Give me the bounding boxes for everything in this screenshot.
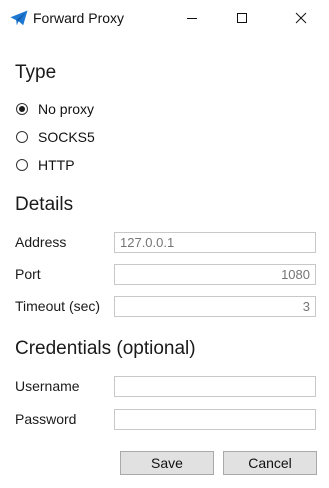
radio-socks5[interactable]: SOCKS5 [16, 127, 95, 147]
save-button[interactable]: Save [120, 451, 214, 475]
minimize-button[interactable] [169, 0, 215, 36]
radio-label-http: HTTP [38, 157, 75, 173]
address-input[interactable] [114, 232, 316, 253]
password-label: Password [15, 411, 77, 427]
credentials-heading: Credentials (optional) [15, 338, 196, 359]
paper-plane-icon [10, 10, 28, 26]
close-button[interactable] [278, 0, 324, 36]
maximize-button[interactable] [219, 0, 265, 36]
minimize-icon [187, 18, 197, 19]
timeout-label: Timeout (sec) [15, 298, 101, 314]
port-label: Port [15, 266, 41, 282]
maximize-icon [237, 13, 247, 23]
radio-selected-dot [19, 106, 25, 112]
cancel-button[interactable]: Cancel [223, 451, 317, 475]
title-bar: Forward Proxy [0, 0, 329, 36]
address-label: Address [15, 234, 67, 250]
type-heading: Type [15, 62, 57, 83]
radio-circle[interactable] [16, 131, 28, 143]
radio-label-socks5: SOCKS5 [38, 129, 95, 145]
timeout-input[interactable] [114, 296, 316, 317]
password-input[interactable] [114, 409, 316, 430]
username-label: Username [15, 378, 80, 394]
window-title: Forward Proxy [33, 10, 125, 26]
close-icon [295, 12, 307, 24]
radio-circle[interactable] [16, 103, 28, 115]
details-heading: Details [15, 194, 74, 215]
port-input[interactable] [114, 264, 316, 285]
username-input[interactable] [114, 376, 316, 397]
radio-circle[interactable] [16, 159, 28, 171]
radio-no-proxy[interactable]: No proxy [16, 99, 94, 119]
radio-label-no-proxy: No proxy [38, 101, 95, 117]
radio-http[interactable]: HTTP [16, 155, 75, 175]
